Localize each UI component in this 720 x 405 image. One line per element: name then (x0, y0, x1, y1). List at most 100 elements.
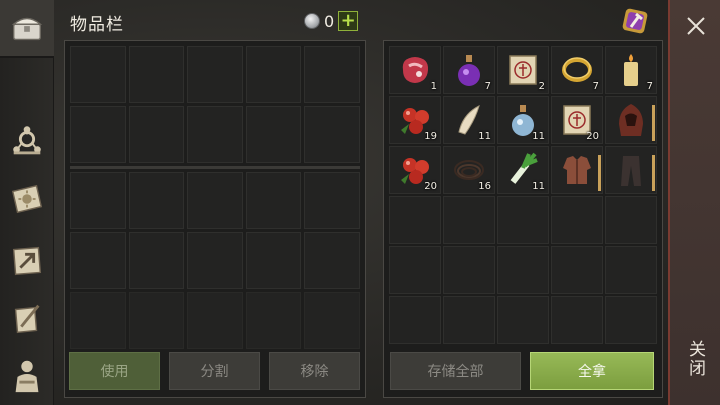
item-quantity: 20 (586, 131, 599, 142)
inventory-slot[interactable] (187, 106, 243, 163)
storage-slot[interactable]: 1 (389, 46, 441, 94)
sun-book-icon (11, 184, 43, 214)
inventory-slot[interactable] (128, 292, 185, 349)
scroll-quill-icon (14, 304, 40, 334)
item-quantity: 16 (478, 181, 491, 192)
storage-slot[interactable] (497, 196, 549, 244)
storage-slot[interactable]: 2 (497, 46, 549, 94)
split-button[interactable]: 分割 (169, 352, 260, 390)
storage-slot[interactable] (551, 296, 603, 344)
use-button[interactable]: 使用 (69, 352, 160, 390)
durability-bar (598, 155, 601, 191)
inventory-slot[interactable] (304, 232, 360, 289)
storage-slot[interactable] (551, 146, 603, 194)
inventory-slot[interactable] (304, 172, 360, 229)
skill-network-icon (13, 126, 41, 155)
inventory-slot[interactable] (128, 106, 185, 163)
storage-slot[interactable] (497, 296, 549, 344)
nav-quests[interactable] (4, 296, 50, 342)
item-quantity: 19 (424, 131, 437, 142)
storage-slot[interactable] (389, 296, 441, 344)
storage-slot[interactable]: 7 (443, 46, 495, 94)
storage-slot[interactable]: 19 (389, 96, 441, 144)
leather-pants-icon (609, 150, 653, 190)
inventory-slot[interactable] (128, 172, 185, 229)
crafting-hammer-icon[interactable] (620, 6, 650, 36)
storage-slot[interactable] (497, 246, 549, 294)
close-icon[interactable] (684, 14, 708, 38)
inventory-slot[interactable] (70, 46, 126, 103)
character-icon (15, 360, 39, 393)
chest-icon (11, 17, 43, 41)
storage-slot[interactable] (551, 246, 603, 294)
item-quantity: 1 (430, 81, 437, 92)
inventory-slot[interactable] (70, 292, 126, 349)
storage-slot[interactable]: 11 (497, 146, 549, 194)
storage-slot[interactable]: 11 (443, 96, 495, 144)
nav-map[interactable] (4, 238, 50, 284)
inventory-slot[interactable] (187, 46, 243, 103)
storage-slot[interactable]: 7 (551, 46, 603, 94)
storage-slot[interactable] (443, 296, 495, 344)
inventory-slot[interactable] (128, 232, 185, 289)
inventory-slot[interactable] (245, 46, 302, 103)
store-all-button[interactable]: 存储全部 (390, 352, 521, 390)
currency-amount: 0 (324, 11, 335, 31)
item-quantity: 7 (484, 81, 491, 92)
leather-jacket-icon (555, 150, 599, 190)
storage-slot[interactable] (605, 296, 657, 344)
storage-slot[interactable] (605, 246, 657, 294)
nav-character[interactable] (4, 352, 50, 398)
inventory-grid-main (70, 46, 360, 163)
storage-slot[interactable] (389, 196, 441, 244)
item-quantity: 11 (532, 181, 545, 192)
nav-skills[interactable] (4, 118, 50, 164)
inventory-grid-secondary (70, 172, 360, 289)
inventory-slot[interactable] (245, 232, 302, 289)
storage-slot[interactable]: 20 (389, 146, 441, 194)
inventory-slot[interactable] (245, 106, 302, 163)
storage-slot[interactable] (605, 196, 657, 244)
inventory-slot[interactable] (187, 232, 243, 289)
page-title: 物品栏 (70, 15, 124, 35)
inventory-slot[interactable] (304, 46, 360, 103)
storage-slot[interactable] (605, 146, 657, 194)
map-arrow-icon (12, 246, 42, 276)
player-inventory-panel (64, 40, 366, 398)
durability-bar (652, 155, 655, 191)
take-all-button[interactable]: 全拿 (530, 352, 654, 390)
storage-slot[interactable]: 20 (551, 96, 603, 144)
storage-panel: 1 7 2 7 7 19 11 11 20 20 16 11 (383, 40, 663, 398)
inventory-grid-locked (70, 292, 360, 349)
side-nav-rail (0, 0, 54, 405)
item-quantity: 11 (478, 131, 491, 142)
inventory-slot[interactable] (304, 106, 360, 163)
nav-journal[interactable] (4, 176, 50, 222)
storage-slot[interactable]: 7 (605, 46, 657, 94)
inventory-slot[interactable] (245, 172, 302, 229)
inventory-slot[interactable] (187, 172, 243, 229)
inventory-slot[interactable] (70, 106, 126, 163)
hood-icon (609, 100, 653, 140)
storage-slot[interactable] (443, 246, 495, 294)
inventory-slot[interactable] (245, 292, 302, 349)
inventory-slot[interactable] (304, 292, 360, 349)
storage-slot[interactable]: 16 (443, 146, 495, 194)
remove-button[interactable]: 移除 (269, 352, 360, 390)
item-quantity: 2 (538, 81, 545, 92)
close-label[interactable]: 关闭 (684, 340, 708, 378)
inventory-slot[interactable] (187, 292, 243, 349)
storage-slot[interactable] (551, 196, 603, 244)
inventory-slot[interactable] (70, 232, 126, 289)
storage-slot[interactable]: 11 (497, 96, 549, 144)
storage-slot[interactable] (443, 196, 495, 244)
inventory-divider (70, 166, 360, 169)
storage-slot[interactable] (605, 96, 657, 144)
inventory-slot[interactable] (128, 46, 185, 103)
storage-slot[interactable] (389, 246, 441, 294)
inventory-slot[interactable] (70, 172, 126, 229)
nav-inventory[interactable] (0, 0, 54, 58)
add-currency-button[interactable]: + (338, 11, 359, 31)
coin-icon (304, 13, 320, 29)
close-bar[interactable]: 关闭 (668, 0, 720, 405)
